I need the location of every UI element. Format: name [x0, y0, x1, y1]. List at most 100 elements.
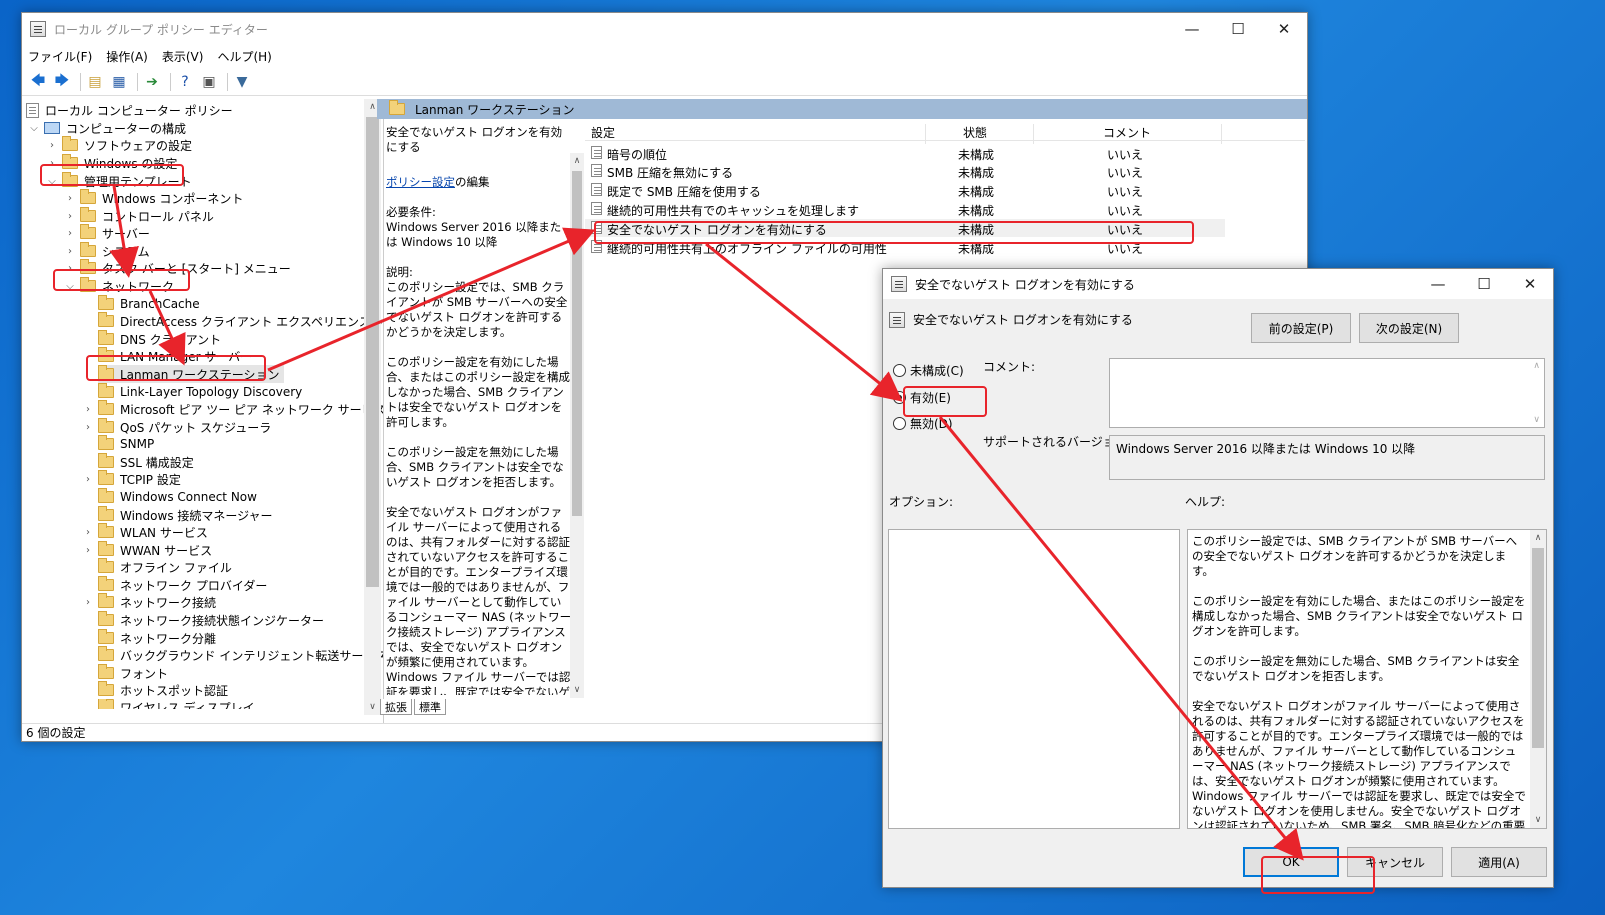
tree-item-network-connections[interactable]: › ネットワーク接続 [82, 593, 216, 611]
tree-item-ncsi[interactable]: ネットワーク接続状態インジケーター [98, 611, 324, 629]
up-folder-icon[interactable]: ▤ [85, 72, 105, 92]
chevron-down-icon[interactable]: ⌵ [28, 123, 40, 134]
menu-action[interactable]: 操作(A) [106, 48, 148, 65]
menu-view[interactable]: 表示(V) [162, 48, 204, 65]
maximize-icon[interactable]: ☐ [1461, 269, 1507, 299]
scroll-up-icon[interactable]: ∧ [1530, 530, 1546, 546]
col-setting[interactable]: 設定 [591, 124, 615, 141]
column-divider[interactable] [1221, 124, 1222, 144]
toolbar-divider [170, 72, 171, 91]
chevron-right-icon[interactable]: › [64, 193, 76, 204]
chevron-right-icon[interactable]: › [82, 404, 94, 415]
properties-icon[interactable]: ▣ [199, 72, 219, 92]
scroll-up-icon[interactable]: ∧ [570, 153, 584, 169]
tree-item-branchcache[interactable]: BranchCache [98, 295, 200, 313]
tree-item-wwan[interactable]: › WWAN サービス [82, 541, 212, 559]
tree-item-software-settings[interactable]: › ソフトウェアの設定 [46, 136, 192, 154]
comment-textarea[interactable]: ∧ ∨ [1109, 358, 1545, 428]
show-hide-tree-icon[interactable]: ▦ [109, 72, 129, 92]
tree-item-server[interactable]: › サーバー [64, 224, 150, 242]
tree-item-p2p[interactable]: › Microsoft ピア ツー ピア ネットワーク サービス [82, 400, 383, 418]
back-arrow-icon[interactable]: 🡄 [28, 72, 48, 92]
help-icon[interactable]: ? [175, 72, 195, 92]
tree-item-system[interactable]: › システム [64, 242, 150, 260]
chevron-right-icon[interactable]: › [64, 211, 76, 222]
tree-item-bits[interactable]: バックグラウンド インテリジェント転送サービス (BITS) [98, 646, 383, 664]
tree-scrollbar[interactable]: ∧ ∨ [364, 99, 381, 715]
dialog-title-bar[interactable]: 安全でないゲスト ログオンを有効にする — ☐ ✕ [883, 269, 1553, 299]
tree-item-local-computer-policy[interactable]: ローカル コンピューター ポリシー [26, 101, 233, 119]
forward-arrow-icon[interactable]: 🡆 [52, 72, 72, 92]
tree-item-hotspot-auth[interactable]: ホットスポット認証 [98, 681, 228, 699]
scroll-down-icon[interactable]: ∨ [570, 682, 584, 698]
scroll-thumb[interactable] [366, 117, 379, 587]
title-bar[interactable]: ローカル グループ ポリシー エディター — ☐ ✕ [22, 13, 1307, 45]
tree-item-qos[interactable]: › QoS パケット スケジューラ [82, 418, 271, 436]
folder-icon [98, 383, 114, 398]
tree-item-windows-components[interactable]: › Windows コンポーネント [64, 189, 243, 207]
scroll-down-icon[interactable]: ∨ [1530, 812, 1546, 828]
radio-not-configured[interactable]: 未構成(C) [893, 362, 964, 379]
radio-circle[interactable] [893, 364, 906, 377]
minimize-icon[interactable]: — [1169, 13, 1215, 45]
tree-item-tcpip[interactable]: › TCPIP 設定 [82, 470, 181, 488]
tree-item-network-isolation[interactable]: ネットワーク分離 [98, 629, 216, 647]
maximize-icon[interactable]: ☐ [1215, 13, 1261, 45]
description-paragraph: このポリシー設定を有効にした場合、またはこのポリシー設定を構成しなかった場合、S… [386, 355, 570, 429]
chevron-right-icon[interactable]: › [82, 597, 94, 608]
minimize-icon[interactable]: — [1415, 269, 1461, 299]
setting-row[interactable]: 既定で SMB 圧縮を使用する 未構成 いいえ [585, 181, 1225, 199]
menu-file[interactable]: ファイル(F) [28, 48, 92, 65]
chevron-right-icon[interactable]: › [82, 422, 94, 433]
tree-item-snmp[interactable]: SNMP [98, 435, 154, 453]
tab-extended[interactable]: 拡張 [380, 699, 412, 715]
filter-icon[interactable]: ▼ [232, 72, 252, 92]
radio-circle[interactable] [893, 417, 906, 430]
scroll-down-icon[interactable]: ∨ [1533, 415, 1540, 425]
next-setting-button[interactable]: 次の設定(N) [1359, 313, 1459, 343]
setting-icon [591, 164, 602, 177]
chevron-right-icon[interactable]: › [82, 527, 94, 538]
setting-row[interactable]: SMB 圧縮を無効にする 未構成 いいえ [585, 162, 1225, 180]
tree-item-directaccess[interactable]: DirectAccess クライアント エクスペリエンスの設定 [98, 312, 383, 330]
tree-item-connection-manager[interactable]: Windows 接続マネージャー [98, 506, 273, 524]
close-icon[interactable]: ✕ [1507, 269, 1553, 299]
chevron-right-icon[interactable]: › [46, 140, 58, 151]
tab-standard[interactable]: 標準 [414, 699, 446, 715]
column-divider[interactable] [1033, 124, 1034, 144]
tree-item-computer-config[interactable]: ⌵ コンピューターの構成 [28, 119, 186, 137]
tree-item-lltd[interactable]: Link-Layer Topology Discovery [98, 383, 302, 401]
tree-item-dns-client[interactable]: DNS クライアント [98, 330, 221, 348]
tree-item-control-panel[interactable]: › コントロール パネル [64, 207, 214, 225]
tree-item-windows-connect-now[interactable]: Windows Connect Now [98, 488, 257, 506]
previous-setting-button[interactable]: 前の設定(P) [1251, 313, 1351, 343]
chevron-right-icon[interactable]: › [64, 228, 76, 239]
column-divider[interactable] [925, 124, 926, 144]
setting-row[interactable]: 継続的可用性共有でのキャッシュを処理します 未構成 いいえ [585, 200, 1225, 218]
chevron-right-icon[interactable]: › [82, 474, 94, 485]
apply-button[interactable]: 適用(A) [1451, 847, 1547, 877]
menu-help[interactable]: ヘルプ(H) [217, 48, 271, 65]
radio-disabled[interactable]: 無効(D) [893, 415, 953, 432]
tree-item-wlan[interactable]: › WLAN サービス [82, 523, 208, 541]
export-list-icon[interactable]: ➔ [142, 72, 162, 92]
scroll-up-icon[interactable]: ∧ [1533, 361, 1540, 371]
tree-item-wireless-display[interactable]: ワイヤレス ディスプレイ [98, 699, 255, 709]
col-state[interactable]: 状態 [963, 124, 987, 141]
tree-item-network-provider[interactable]: ネットワーク プロバイダー [98, 576, 267, 594]
chevron-right-icon[interactable]: › [82, 545, 94, 556]
col-comment[interactable]: コメント [1103, 124, 1151, 141]
tree-item-ssl[interactable]: SSL 構成設定 [98, 453, 194, 471]
close-icon[interactable]: ✕ [1261, 13, 1307, 45]
chevron-right-icon[interactable]: › [64, 246, 76, 257]
description-scrollbar[interactable]: ∧ ∨ [570, 153, 584, 698]
folder-icon [98, 629, 114, 644]
tree-item-fonts[interactable]: フォント [98, 664, 168, 682]
edit-policy-link[interactable]: ポリシー設定 [386, 175, 455, 189]
scroll-down-icon[interactable]: ∨ [364, 699, 381, 715]
scroll-thumb[interactable] [1532, 548, 1544, 748]
help-scrollbar[interactable]: ∧ ∨ [1530, 530, 1546, 828]
setting-row[interactable]: 暗号の順位 未構成 いいえ [585, 144, 1225, 162]
tree-item-offline-files[interactable]: オフライン ファイル [98, 558, 232, 576]
scroll-thumb[interactable] [572, 171, 582, 516]
